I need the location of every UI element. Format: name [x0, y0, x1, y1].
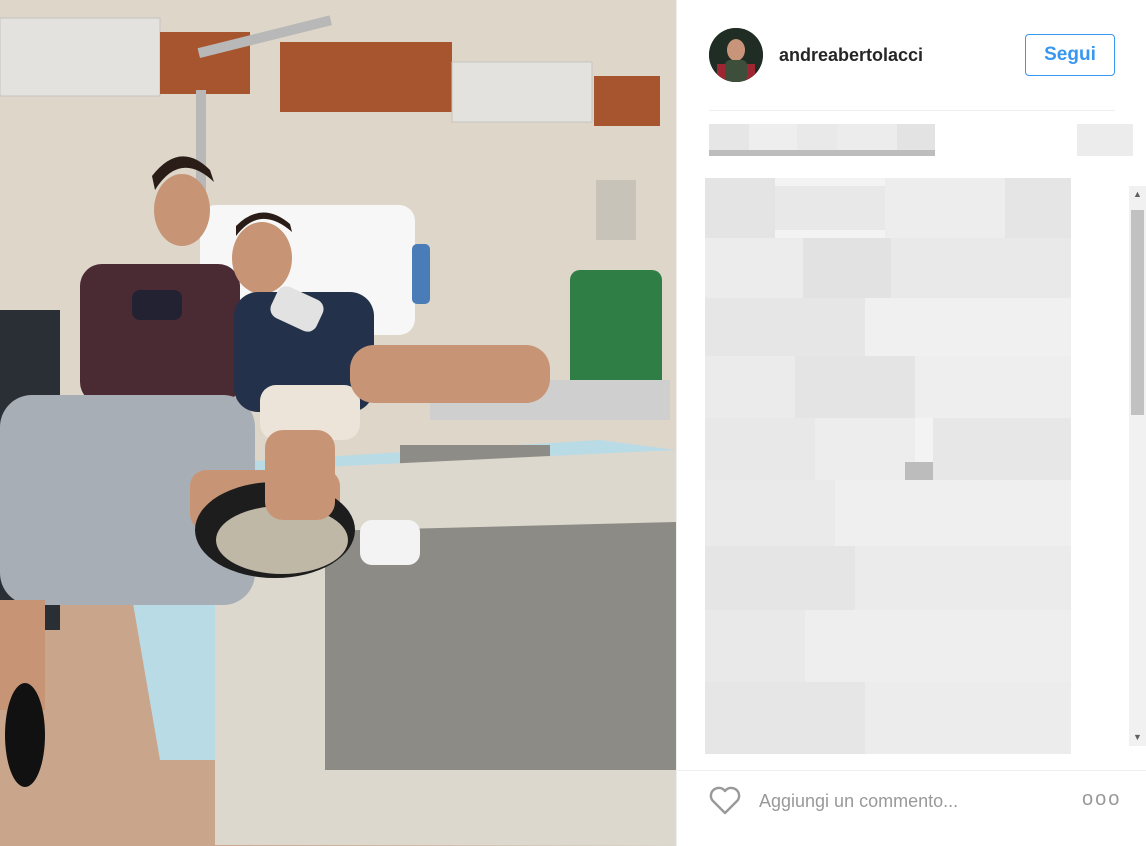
avatar-image — [709, 28, 763, 82]
comment-input[interactable] — [757, 785, 1061, 817]
blurred-caption-header — [709, 124, 1133, 156]
hospital-room-image — [0, 0, 676, 846]
comment-bar: ooo — [677, 770, 1146, 827]
caption-scrollbar[interactable]: ▲ ▼ — [1129, 186, 1146, 746]
post-header: andreabertolacci Segui — [709, 28, 1115, 83]
post-username[interactable]: andreabertolacci — [779, 45, 923, 66]
blurred-caption-text — [705, 178, 1071, 754]
scroll-thumb[interactable] — [1131, 210, 1144, 415]
post-photo[interactable] — [0, 0, 676, 846]
header-divider — [709, 110, 1115, 111]
more-options-icon[interactable]: ooo — [1082, 789, 1120, 809]
scroll-up-arrow-icon[interactable]: ▲ — [1129, 186, 1146, 203]
follow-button[interactable]: Segui — [1025, 34, 1115, 76]
scroll-down-arrow-icon[interactable]: ▼ — [1129, 729, 1146, 746]
post-sidebar: andreabertolacci Segui ▲ ▼ Aggiungi un c… — [676, 0, 1146, 846]
heart-icon[interactable] — [709, 785, 741, 815]
avatar[interactable] — [709, 28, 763, 82]
